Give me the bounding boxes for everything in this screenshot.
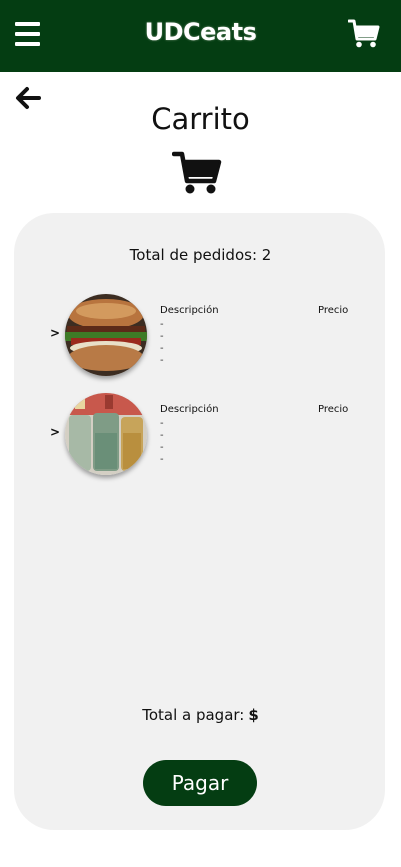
pay-button[interactable]: Pagar	[143, 760, 257, 806]
expand-item-icon[interactable]: >	[50, 425, 60, 439]
description-line: -	[160, 343, 164, 354]
orders-total-label: Total de pedidos:	[129, 246, 257, 264]
list-item: > Descripción Precio - - - -	[0, 294, 401, 384]
drinks-photo[interactable]	[65, 393, 147, 475]
description-line: -	[160, 319, 164, 330]
page-title: Carrito	[151, 102, 250, 136]
description-line: -	[160, 418, 164, 429]
payment-total: Total a pagar: $	[0, 706, 401, 724]
shopping-cart-icon[interactable]	[348, 19, 380, 49]
app-brand: UDCeats	[144, 18, 257, 46]
description-line: -	[160, 355, 164, 366]
top-bar: UDCeats	[0, 0, 401, 72]
description-line: -	[160, 430, 164, 441]
price-label: Precio	[318, 404, 349, 415]
payment-total-label: Total a pagar:	[142, 706, 245, 724]
orders-total: Total de pedidos: 2	[0, 246, 401, 264]
description-line: -	[160, 454, 164, 465]
list-item: > Descripción Precio - - - -	[0, 393, 401, 483]
description-label: Descripción	[160, 404, 219, 415]
shopping-cart-icon	[172, 151, 222, 194]
description-label: Descripción	[160, 305, 219, 316]
expand-item-icon[interactable]: >	[50, 326, 60, 340]
sandwich-photo[interactable]	[65, 294, 147, 376]
description-line: -	[160, 331, 164, 342]
price-label: Precio	[318, 305, 349, 316]
description-line: -	[160, 442, 164, 453]
orders-total-count: 2	[261, 246, 272, 264]
payment-amount: $	[248, 706, 259, 724]
